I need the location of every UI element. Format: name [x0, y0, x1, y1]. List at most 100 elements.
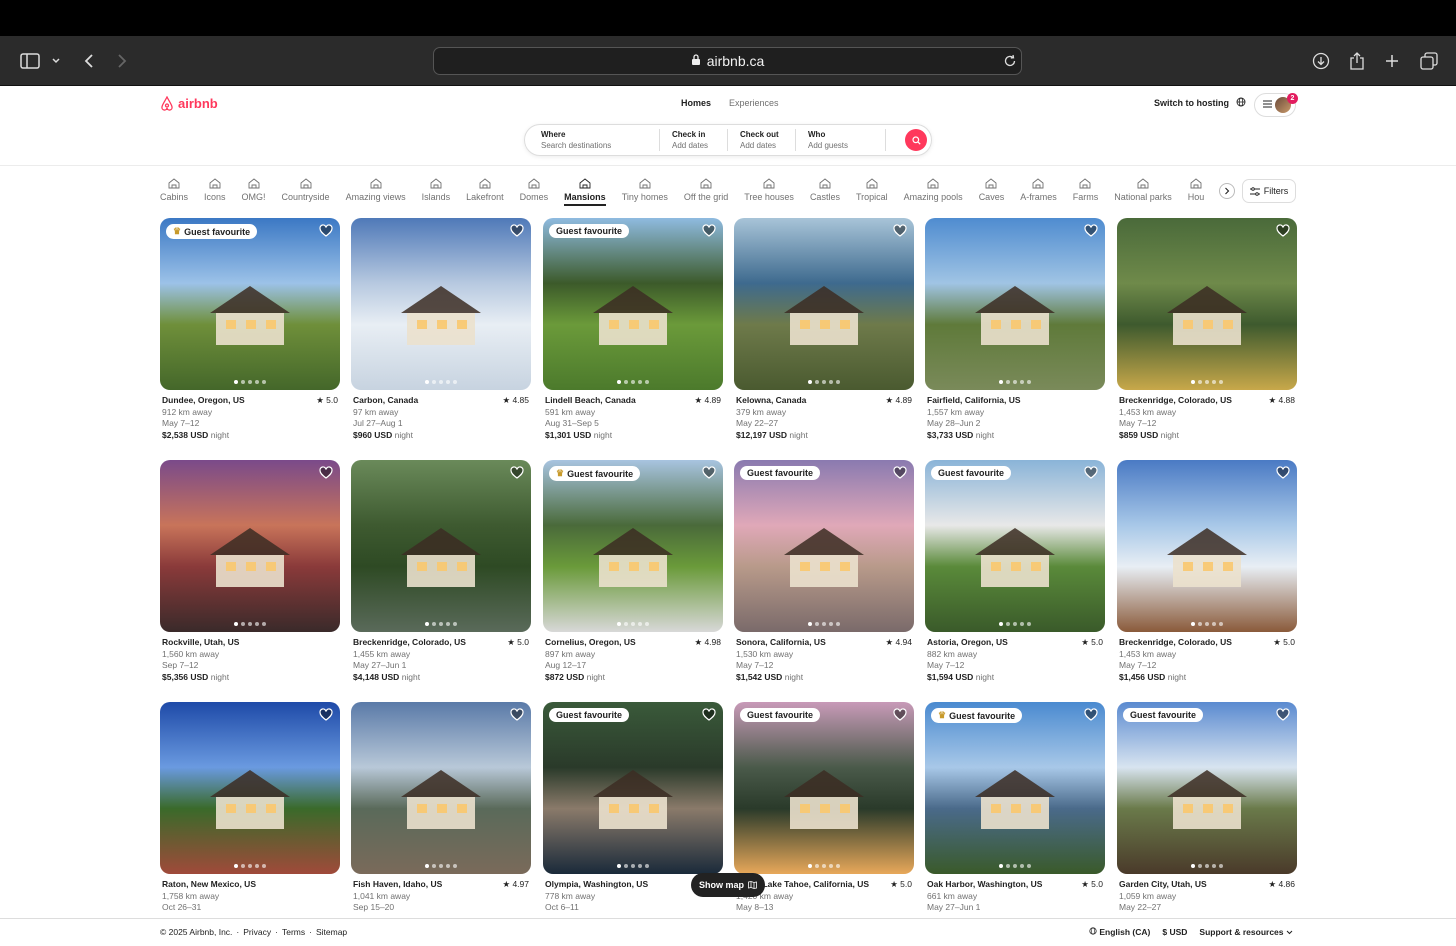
- category-off-the-grid[interactable]: Off the grid: [676, 178, 736, 206]
- sitemap-link[interactable]: Sitemap: [316, 927, 347, 937]
- listing-photo[interactable]: Guest favourite: [543, 218, 723, 390]
- listing-photo[interactable]: [351, 218, 531, 390]
- listing-card[interactable]: ♛ Guest favourite Dundee, Oregon, US ★ 5.0 9…: [160, 218, 340, 441]
- listing-photo[interactable]: [160, 702, 340, 874]
- check-in-field[interactable]: Check in Add dates: [660, 129, 728, 151]
- heart-icon[interactable]: [702, 708, 716, 721]
- heart-icon[interactable]: [319, 708, 333, 721]
- heart-icon[interactable]: [893, 708, 907, 721]
- category-islands[interactable]: Islands: [414, 178, 459, 206]
- category-castles[interactable]: Castles: [802, 178, 848, 206]
- listing-card[interactable]: Rockville, Utah, US 1,560 km away Sep 7–12…: [160, 460, 340, 683]
- where-field[interactable]: Where Search destinations: [525, 129, 660, 151]
- new-tab-icon[interactable]: [1381, 50, 1403, 72]
- category-amazing-pools[interactable]: Amazing pools: [896, 178, 971, 206]
- category-lakefront[interactable]: Lakefront: [458, 178, 512, 206]
- heart-icon[interactable]: [1084, 466, 1098, 479]
- check-out-field[interactable]: Check out Add dates: [728, 129, 796, 151]
- heart-icon[interactable]: [510, 708, 524, 721]
- heart-icon[interactable]: [702, 466, 716, 479]
- privacy-link[interactable]: Privacy: [243, 927, 271, 937]
- who-field[interactable]: Who Add guests: [796, 129, 886, 151]
- forward-icon[interactable]: [111, 50, 133, 72]
- listing-photo[interactable]: Guest favourite: [925, 460, 1105, 632]
- listing-card[interactable]: Fairfield, California, US 1,557 km away Ma…: [925, 218, 1105, 441]
- listing-photo[interactable]: [351, 460, 531, 632]
- listing-photo[interactable]: Guest favourite: [1117, 702, 1297, 874]
- category-a-frames[interactable]: A-frames: [1012, 178, 1065, 206]
- heart-icon[interactable]: [893, 466, 907, 479]
- category-amazing-views[interactable]: Amazing views: [338, 178, 414, 206]
- category-icons[interactable]: Icons: [196, 178, 234, 206]
- listing-card[interactable]: Breckenridge, Colorado, US ★ 4.88 1,453 km…: [1117, 218, 1297, 441]
- heart-icon[interactable]: [510, 224, 524, 237]
- listing-card[interactable]: Raton, New Mexico, US 1,758 km away Oct 26…: [160, 702, 340, 914]
- heart-icon[interactable]: [1276, 708, 1290, 721]
- switch-to-hosting-link[interactable]: Switch to hosting: [1154, 98, 1229, 108]
- category-countryside[interactable]: Countryside: [274, 178, 338, 206]
- category-mansions[interactable]: Mansions: [556, 178, 614, 206]
- listing-card[interactable]: Carbon, Canada ★ 4.85 97 km away Jul 27–Aug…: [351, 218, 531, 441]
- terms-link[interactable]: Terms: [282, 927, 305, 937]
- reload-icon[interactable]: [999, 50, 1021, 72]
- listing-card[interactable]: Fish Haven, Idaho, US ★ 4.97 1,041 km away…: [351, 702, 531, 914]
- category-farms[interactable]: Farms: [1065, 178, 1107, 206]
- category-tree-houses[interactable]: Tree houses: [736, 178, 802, 206]
- download-icon[interactable]: [1310, 50, 1332, 72]
- category-omg[interactable]: OMG!: [234, 178, 274, 206]
- listing-card[interactable]: Kelowna, Canada ★ 4.89 379 km away May 22–2…: [734, 218, 914, 441]
- category-domes[interactable]: Domes: [512, 178, 557, 206]
- category-next-button[interactable]: [1219, 183, 1235, 199]
- chevron-down-icon[interactable]: [45, 50, 67, 72]
- heart-icon[interactable]: [702, 224, 716, 237]
- heart-icon[interactable]: [893, 224, 907, 237]
- listing-card[interactable]: Breckenridge, Colorado, US ★ 5.0 1,453 km …: [1117, 460, 1297, 683]
- currency-selector[interactable]: $ USD: [1162, 927, 1187, 937]
- listing-card[interactable]: Guest favourite Astoria, Oregon, US ★ 5.0 8…: [925, 460, 1105, 683]
- heart-icon[interactable]: [319, 466, 333, 479]
- category-hou[interactable]: Hou: [1180, 178, 1213, 206]
- airbnb-logo[interactable]: airbnb: [160, 96, 218, 111]
- listing-photo[interactable]: ♛ Guest favourite: [925, 702, 1105, 874]
- listing-photo[interactable]: ♛ Guest favourite: [160, 218, 340, 390]
- support-menu[interactable]: Support & resources: [1199, 927, 1293, 937]
- heart-icon[interactable]: [1276, 466, 1290, 479]
- globe-icon[interactable]: [1236, 97, 1246, 110]
- heart-icon[interactable]: [1084, 224, 1098, 237]
- listing-card[interactable]: Guest favourite Sonora, California, US ★ 4…: [734, 460, 914, 683]
- category-cabins[interactable]: Cabins: [160, 178, 196, 206]
- language-selector[interactable]: English (CA): [1089, 927, 1150, 937]
- share-icon[interactable]: [1346, 50, 1368, 72]
- listing-card[interactable]: Guest favourite Lindell Beach, Canada ★ 4.…: [543, 218, 723, 441]
- search-button[interactable]: [905, 129, 927, 151]
- listing-photo[interactable]: ♛ Guest favourite: [543, 460, 723, 632]
- listing-photo[interactable]: Guest favourite: [543, 702, 723, 874]
- listing-card[interactable]: Breckenridge, Colorado, US ★ 5.0 1,455 km …: [351, 460, 531, 683]
- listing-photo[interactable]: [351, 702, 531, 874]
- listing-photo[interactable]: [160, 460, 340, 632]
- listing-photo[interactable]: [1117, 460, 1297, 632]
- category-caves[interactable]: Caves: [971, 178, 1013, 206]
- listing-photo[interactable]: [925, 218, 1105, 390]
- listing-photo[interactable]: Guest favourite: [734, 702, 914, 874]
- tab-homes[interactable]: Homes: [681, 98, 711, 108]
- listing-card[interactable]: Guest favourite Garden City, Utah, US ★ 4.…: [1117, 702, 1297, 914]
- listing-photo[interactable]: [1117, 218, 1297, 390]
- address-bar[interactable]: airbnb.ca: [433, 47, 1022, 75]
- heart-icon[interactable]: [319, 224, 333, 237]
- heart-icon[interactable]: [1276, 224, 1290, 237]
- show-map-button[interactable]: Show map: [691, 873, 765, 897]
- category-tiny-homes[interactable]: Tiny homes: [614, 178, 676, 206]
- sidebar-icon[interactable]: [19, 50, 41, 72]
- back-icon[interactable]: [78, 50, 100, 72]
- tab-overview-icon[interactable]: [1418, 50, 1440, 72]
- listing-card[interactable]: ♛ Guest favourite Cornelius, Oregon, US ★ 4…: [543, 460, 723, 683]
- tab-experiences[interactable]: Experiences: [729, 98, 779, 108]
- category-national-parks[interactable]: National parks: [1106, 178, 1180, 206]
- listing-photo[interactable]: Guest favourite: [734, 460, 914, 632]
- heart-icon[interactable]: [1084, 708, 1098, 721]
- listing-card[interactable]: ♛ Guest favourite Oak Harbor, Washington, …: [925, 702, 1105, 914]
- heart-icon[interactable]: [510, 466, 524, 479]
- filters-button[interactable]: Filters: [1242, 179, 1296, 203]
- category-tropical[interactable]: Tropical: [848, 178, 896, 206]
